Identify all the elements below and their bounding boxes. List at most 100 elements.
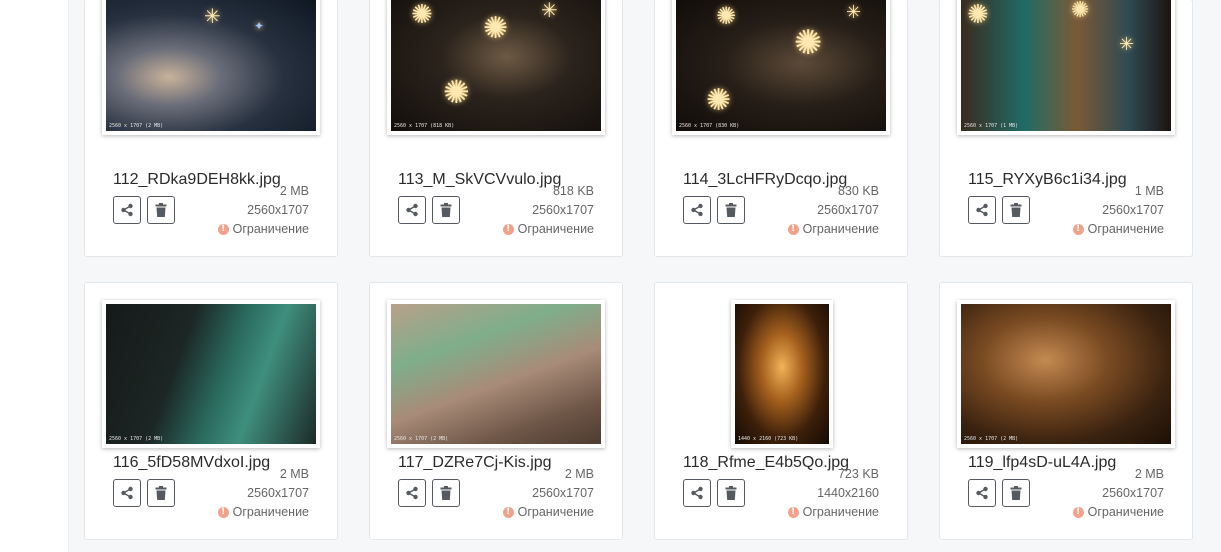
share-icon [406, 203, 418, 217]
share-icon [121, 203, 133, 217]
trash-icon [155, 203, 167, 217]
image-thumbnail[interactable]: 2560 x 1707 (2 MB) [102, 300, 320, 448]
share-icon [976, 203, 988, 217]
delete-button[interactable] [432, 196, 460, 224]
restriction-status: ! Ограничение [1072, 222, 1164, 236]
exclamation-circle-icon: ! [787, 506, 799, 518]
delete-button[interactable] [147, 479, 175, 507]
share-icon [406, 486, 418, 500]
share-icon [121, 486, 133, 500]
image-card: 2560 x 1707 (2 MB) 116_5fD58MVdxoI.jpg 2… [84, 282, 338, 540]
thumbnail-caption: 2560 x 1707 (2 MB) [394, 436, 449, 442]
image-thumbnail[interactable]: 2560 x 1707 (2 MB) [387, 300, 605, 448]
share-button[interactable] [113, 196, 141, 224]
file-name: 119_lfp4sD-uL4A.jpg [968, 454, 1117, 471]
file-name: 118_Rfme_E4b5Qo.jpg [683, 454, 850, 471]
exclamation-circle-icon: ! [787, 223, 799, 235]
file-size: 723 KB [837, 467, 879, 481]
restriction-label: Ограничение [1087, 222, 1164, 236]
thumbnail-caption: 2560 x 1707 (2 MB) [964, 436, 1019, 442]
share-icon [691, 486, 703, 500]
restriction-label: Ограничение [517, 505, 594, 519]
exclamation-circle-icon: ! [217, 506, 229, 518]
file-name: 114_3LcHFRyDcqo.jpg [683, 171, 848, 188]
trash-icon [1010, 486, 1022, 500]
image-thumbnail[interactable]: ✺ ✺ ✳ 2560 x 1707 (1 MB) [957, 0, 1175, 135]
thumbnail-caption: 2560 x 1707 (818 KB) [394, 123, 455, 129]
thumbnail-caption: 2560 x 1707 (2 MB) [109, 123, 164, 129]
restriction-status: ! Ограничение [787, 505, 879, 519]
delete-button[interactable] [717, 479, 745, 507]
trash-icon [725, 203, 737, 217]
share-button[interactable] [683, 196, 711, 224]
image-thumbnail[interactable]: 1440 x 2160 (723 KB) [731, 300, 833, 448]
exclamation-circle-icon: ! [217, 223, 229, 235]
share-icon [691, 203, 703, 217]
file-size: 2 MB [279, 467, 309, 481]
restriction-status: ! Ограничение [502, 505, 594, 519]
trash-icon [440, 486, 452, 500]
restriction-status: ! Ограничение [787, 222, 879, 236]
trash-icon [440, 203, 452, 217]
image-thumbnail[interactable]: 2560 x 1707 (2 MB) [957, 300, 1175, 448]
share-icon [976, 486, 988, 500]
image-dimensions: 2560x1707 [1102, 203, 1164, 217]
file-size: 830 KB [837, 184, 879, 198]
image-thumbnail[interactable]: ✺ ✺ ✺ ✳ 2560 x 1707 (830 KB) [672, 0, 890, 135]
thumbnail-caption: 2560 x 1707 (2 MB) [109, 436, 164, 442]
exclamation-circle-icon: ! [502, 506, 514, 518]
restriction-label: Ограничение [517, 222, 594, 236]
file-name: 117_DZRe7Cj-Kis.jpg [398, 454, 552, 471]
thumbnail-caption: 1440 x 2160 (723 KB) [738, 436, 799, 442]
restriction-status: ! Ограничение [217, 505, 309, 519]
delete-button[interactable] [147, 196, 175, 224]
trash-icon [1010, 203, 1022, 217]
share-button[interactable] [968, 479, 996, 507]
share-button[interactable] [683, 479, 711, 507]
image-thumbnail[interactable]: ✺ ✺ ✺ ✳ 2560 x 1707 (818 KB) [387, 0, 605, 135]
restriction-label: Ограничение [802, 222, 879, 236]
file-size: 1 MB [1134, 184, 1164, 198]
image-dimensions: 2560x1707 [532, 486, 594, 500]
trash-icon [155, 486, 167, 500]
image-dimensions: 2560x1707 [1102, 486, 1164, 500]
left-panel [0, 0, 68, 552]
share-button[interactable] [968, 196, 996, 224]
image-card: ✳ ✦ 2560 x 1707 (2 MB) 112_RDka9DEH8kk.j… [84, 0, 338, 257]
file-name: 112_RDka9DEH8kk.jpg [113, 171, 281, 188]
exclamation-circle-icon: ! [1072, 506, 1084, 518]
thumbnail-caption: 2560 x 1707 (1 MB) [964, 123, 1019, 129]
image-card: 1440 x 2160 (723 KB) 118_Rfme_E4b5Qo.jpg… [654, 282, 908, 540]
image-card: 2560 x 1707 (2 MB) 119_lfp4sD-uL4A.jpg 2… [939, 282, 1193, 540]
file-size: 2 MB [279, 184, 309, 198]
file-size: 2 MB [564, 467, 594, 481]
restriction-label: Ограничение [1087, 505, 1164, 519]
file-name: 116_5fD58MVdxoI.jpg [113, 454, 271, 471]
restriction-status: ! Ограничение [217, 222, 309, 236]
file-size: 818 KB [552, 184, 594, 198]
share-button[interactable] [398, 196, 426, 224]
thumbnail-caption: 2560 x 1707 (830 KB) [679, 123, 740, 129]
image-dimensions: 2560x1707 [247, 486, 309, 500]
image-dimensions: 1440x2160 [817, 486, 879, 500]
image-dimensions: 2560x1707 [532, 203, 594, 217]
restriction-status: ! Ограничение [502, 222, 594, 236]
trash-icon [725, 486, 737, 500]
file-name: 113_M_SkVCVvulo.jpg [398, 171, 562, 188]
image-gallery: ✳ ✦ 2560 x 1707 (2 MB) 112_RDka9DEH8kk.j… [68, 0, 1221, 552]
image-card: ✺ ✺ ✳ 2560 x 1707 (1 MB) 115_RYXyB6c1i34… [939, 0, 1193, 257]
share-button[interactable] [398, 479, 426, 507]
delete-button[interactable] [1002, 479, 1030, 507]
share-button[interactable] [113, 479, 141, 507]
image-dimensions: 2560x1707 [247, 203, 309, 217]
delete-button[interactable] [432, 479, 460, 507]
exclamation-circle-icon: ! [1072, 223, 1084, 235]
delete-button[interactable] [1002, 196, 1030, 224]
image-dimensions: 2560x1707 [817, 203, 879, 217]
file-name: 115_RYXyB6c1i34.jpg [968, 171, 1127, 188]
restriction-label: Ограничение [232, 222, 309, 236]
image-card: 2560 x 1707 (2 MB) 117_DZRe7Cj-Kis.jpg 2… [369, 282, 623, 540]
restriction-status: ! Ограничение [1072, 505, 1164, 519]
image-thumbnail[interactable]: ✳ ✦ 2560 x 1707 (2 MB) [102, 0, 320, 135]
delete-button[interactable] [717, 196, 745, 224]
